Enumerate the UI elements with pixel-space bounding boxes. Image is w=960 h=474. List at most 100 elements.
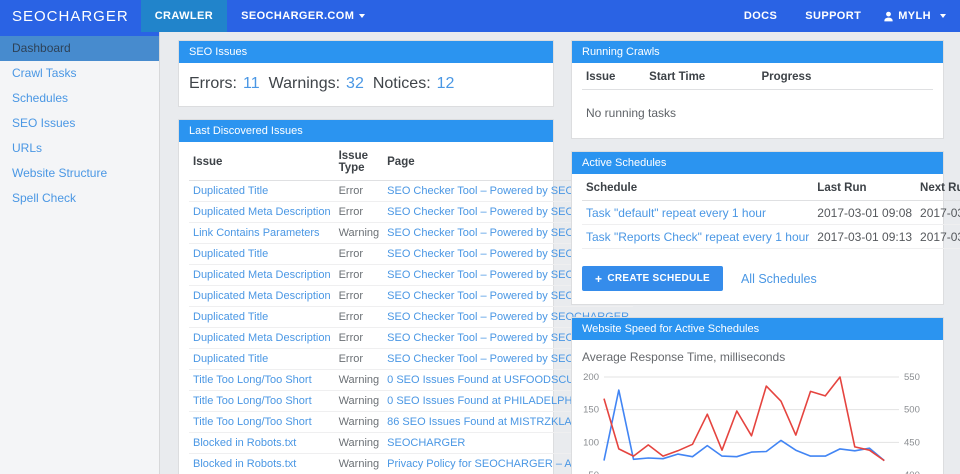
chevron-down-icon [359, 14, 365, 18]
sidebar-menu: DashboardCrawl TasksSchedulesSEO IssuesU… [0, 36, 159, 211]
issue-link[interactable]: Duplicated Meta Description [193, 269, 331, 281]
issue-link[interactable]: Duplicated Title [193, 185, 268, 197]
issue-link[interactable]: Duplicated Meta Description [193, 332, 331, 344]
running-crawls-card: Running Crawls Issue Start Time Progress… [571, 40, 944, 139]
warnings-label: Warnings: [269, 75, 340, 92]
nav-support[interactable]: SUPPORT [791, 10, 875, 22]
sidebar-item-crawl-tasks[interactable]: Crawl Tasks [0, 61, 159, 86]
table-row: Title Too Long/Too ShortWarning0 SEO Iss… [189, 391, 633, 412]
table-row: Duplicated TitleErrorSEO Checker Tool – … [189, 244, 633, 265]
brand-logo[interactable]: SEOCHARGER [0, 0, 141, 32]
axis-tick-label: 150 [583, 405, 599, 416]
panel-title: Running Crawls [572, 41, 943, 63]
running-crawls-table: Issue Start Time Progress [582, 63, 933, 90]
schedules-actions: + CREATE SCHEDULE All Schedules [572, 255, 943, 304]
table-row: Title Too Long/Too ShortWarning0 SEO Iss… [189, 370, 633, 391]
issues-summary: Errors:11Warnings:32Notices:12 [179, 63, 553, 106]
last-run-text: 2017-03-01 09:13 [817, 230, 912, 244]
issue-link[interactable]: Title Too Long/Too Short [193, 395, 312, 407]
nav-tab-crawler[interactable]: CRAWLER [141, 0, 227, 32]
all-schedules-link[interactable]: All Schedules [741, 272, 817, 286]
errors-label: Errors: [189, 75, 237, 92]
top-navbar: SEOCHARGER CRAWLER SEOCHARGER.COM DOCS S… [0, 0, 960, 32]
issue-type-text: Warning [339, 458, 380, 470]
col-issue: Issue [189, 142, 335, 181]
nav-docs[interactable]: DOCS [730, 10, 791, 22]
axis-tick-label: 500 [904, 405, 920, 416]
series-line-schedule-blue [604, 390, 884, 461]
schedule-link[interactable]: Task "Reports Check" repeat every 1 hour [586, 230, 809, 244]
issue-type-text: Error [339, 353, 363, 365]
line-chart-svg: 5040010045015050020055005101520Last runs [578, 366, 931, 474]
issue-type-text: Warning [339, 437, 380, 449]
issue-type-text: Error [339, 290, 363, 302]
col-issue: Issue [582, 63, 645, 90]
col-start-time: Start Time [645, 63, 757, 90]
sidebar-item-website-structure[interactable]: Website Structure [0, 161, 159, 186]
issue-link[interactable]: Blocked in Robots.txt [193, 437, 296, 449]
notices-count-link[interactable]: 12 [437, 75, 455, 92]
issue-link[interactable]: Title Too Long/Too Short [193, 374, 312, 386]
last-run-text: 2017-03-01 09:08 [817, 206, 912, 220]
website-speed-card: Website Speed for Active Schedules Avera… [571, 317, 944, 474]
axis-tick-label: 200 [583, 372, 599, 383]
col-issue-type: Issue Type [335, 142, 384, 181]
sidebar-item-seo-issues[interactable]: SEO Issues [0, 111, 159, 136]
page-link[interactable]: SEOCHARGER [387, 437, 465, 449]
col-progress: Progress [757, 63, 933, 90]
user-name: MYLH [898, 10, 931, 22]
nav-tab-label: SEOCHARGER.COM [241, 10, 354, 22]
sidebar-item-schedules[interactable]: Schedules [0, 86, 159, 111]
panel-title: Last Discovered Issues [179, 120, 553, 142]
active-schedules-card: Active Schedules Schedule Last Run Next … [571, 151, 944, 305]
issue-link[interactable]: Duplicated Title [193, 311, 268, 323]
panel-title: Website Speed for Active Schedules [572, 318, 943, 340]
issue-type-text: Error [339, 185, 363, 197]
main-content: SEO Issues Errors:11Warnings:32Notices:1… [161, 32, 960, 474]
issue-type-text: Warning [339, 416, 380, 428]
issue-type-text: Error [339, 311, 363, 323]
table-header-row: Schedule Last Run Next Run [582, 174, 960, 201]
user-menu[interactable]: MYLH [875, 10, 946, 22]
issue-link[interactable]: Duplicated Meta Description [193, 206, 331, 218]
axis-tick-label: 100 [583, 437, 599, 448]
issue-link[interactable]: Title Too Long/Too Short [193, 416, 312, 428]
sidebar-item-urls[interactable]: URLs [0, 136, 159, 161]
issue-link[interactable]: Duplicated Title [193, 353, 268, 365]
issue-type-text: Error [339, 248, 363, 260]
sidebar-item-dashboard[interactable]: Dashboard [0, 36, 159, 61]
issue-type-text: Warning [339, 374, 380, 386]
sidebar-item-spell-check[interactable]: Spell Check [0, 186, 159, 211]
schedule-link[interactable]: Task "default" repeat every 1 hour [586, 206, 766, 220]
warnings-count-link[interactable]: 32 [346, 75, 364, 92]
navbar-right: DOCS SUPPORT MYLH [730, 0, 960, 32]
table-header-row: Issue Start Time Progress [582, 63, 933, 90]
last-issues-table: Issue Issue Type Page Duplicated TitleEr… [189, 142, 633, 474]
series-line-schedule-red [604, 377, 884, 461]
nav-tab-seocharger-com[interactable]: SEOCHARGER.COM [227, 0, 379, 32]
last-issues-card: Last Discovered Issues Issue Issue Type … [178, 119, 554, 474]
table-row: Task "default" repeat every 1 hour 2017-0… [582, 201, 960, 225]
col-last-run: Last Run [813, 174, 916, 201]
no-running-tasks-text: No running tasks [572, 96, 943, 138]
issue-type-text: Error [339, 206, 363, 218]
errors-count-link[interactable]: 11 [243, 75, 260, 92]
col-next-run: Next Run [916, 174, 960, 201]
issue-type-text: Error [339, 269, 363, 281]
axis-tick-label: 50 [588, 470, 599, 474]
panel-title: SEO Issues [179, 41, 553, 63]
issue-link[interactable]: Duplicated Title [193, 248, 268, 260]
table-row: Duplicated Meta DescriptionErrorSEO Chec… [189, 202, 633, 223]
axis-tick-label: 400 [904, 470, 920, 474]
active-schedules-table: Schedule Last Run Next Run Task "default… [582, 174, 960, 249]
issue-link[interactable]: Duplicated Meta Description [193, 290, 331, 302]
chevron-down-icon [940, 14, 946, 18]
table-row: Duplicated Meta DescriptionErrorSEO Chec… [189, 328, 633, 349]
issue-link[interactable]: Link Contains Parameters [193, 227, 320, 239]
table-row: Title Too Long/Too ShortWarning86 SEO Is… [189, 412, 633, 433]
table-row: Blocked in Robots.txtWarningPrivacy Poli… [189, 454, 633, 474]
create-schedule-button[interactable]: + CREATE SCHEDULE [582, 266, 723, 291]
response-time-chart: 5040010045015050020055005101520Last runs [572, 364, 943, 474]
issue-link[interactable]: Blocked in Robots.txt [193, 458, 296, 470]
table-row: Blocked in Robots.txt Warning SEOCHARGER [189, 433, 633, 454]
